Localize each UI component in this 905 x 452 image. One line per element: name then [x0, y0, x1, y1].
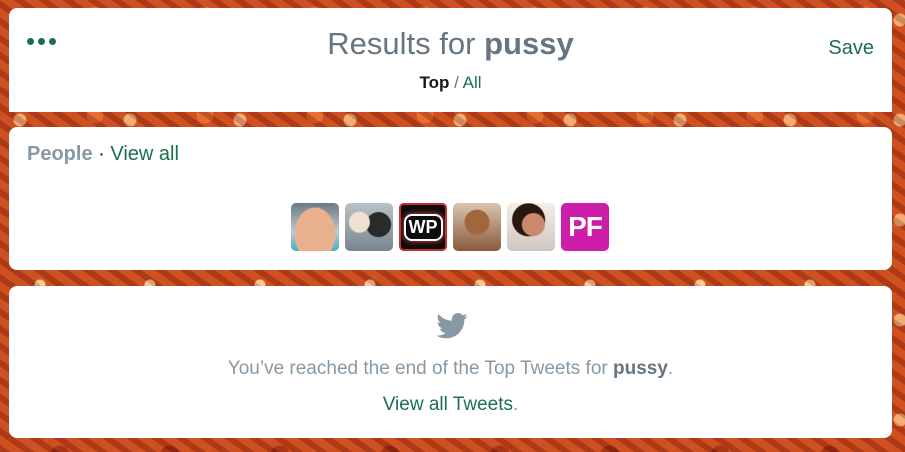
- twitter-bird-icon: [436, 313, 468, 339]
- avatar-list: WP PF: [291, 203, 609, 251]
- search-header: Results for pussy Top / All Save: [9, 8, 892, 112]
- end-text-query: pussy: [613, 358, 668, 379]
- end-text-suffix: .: [667, 358, 674, 379]
- end-text-prefix: You’ve reached the end of the Top Tweets…: [227, 358, 608, 379]
- avatar[interactable]: [507, 203, 555, 251]
- avatar[interactable]: WP: [399, 203, 447, 251]
- view-all-people-link[interactable]: View all: [110, 143, 179, 165]
- view-all-tweets: View all Tweets.: [9, 394, 892, 416]
- avatar-logo-text: PF: [568, 211, 603, 242]
- title-prefix: Results for: [327, 26, 476, 61]
- people-separator: ·: [98, 143, 105, 165]
- avatar[interactable]: [345, 203, 393, 251]
- page-title: Results for pussy: [9, 26, 892, 62]
- view-all-suffix: .: [512, 394, 519, 415]
- avatar[interactable]: [453, 203, 501, 251]
- filter-separator: /: [454, 73, 459, 92]
- result-filter: Top / All: [9, 73, 892, 93]
- people-header: People · View all: [27, 143, 179, 166]
- save-button[interactable]: Save: [828, 37, 874, 60]
- avatar[interactable]: PF: [561, 203, 609, 251]
- filter-all[interactable]: All: [463, 73, 482, 92]
- end-of-results-module: You’ve reached the end of the Top Tweets…: [9, 286, 892, 438]
- people-label: People: [27, 143, 93, 165]
- end-of-results-message: You’ve reached the end of the Top Tweets…: [9, 358, 892, 380]
- avatar-logo-text: WP: [403, 213, 443, 241]
- avatar[interactable]: [291, 203, 339, 251]
- filter-top[interactable]: Top: [419, 73, 449, 92]
- search-query: pussy: [484, 26, 574, 61]
- people-module: People · View all WP PF: [9, 127, 892, 270]
- view-all-tweets-link[interactable]: View all Tweets: [383, 394, 513, 415]
